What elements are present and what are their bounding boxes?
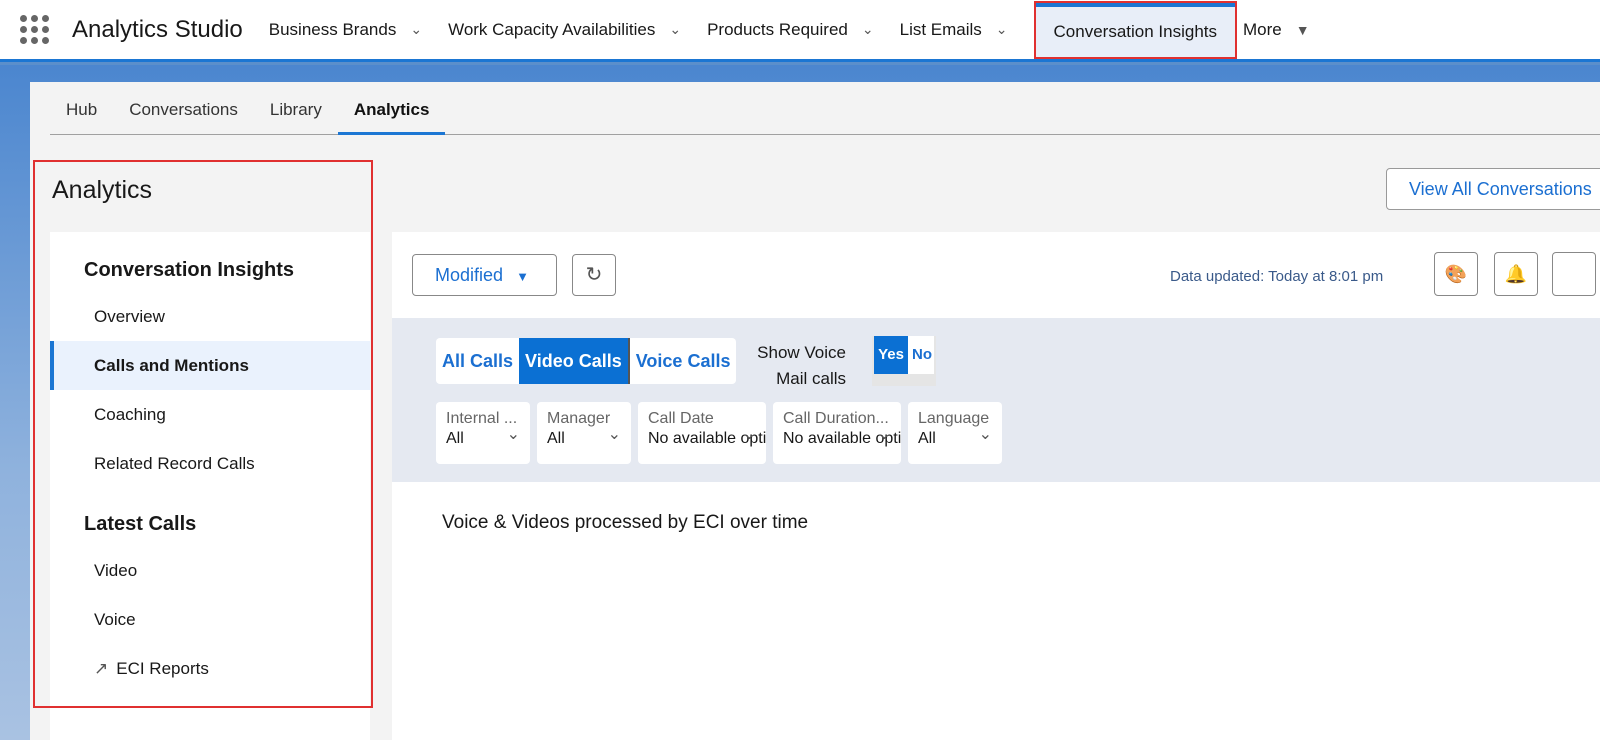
segment-voice-calls[interactable]: Voice Calls [630, 338, 737, 384]
view-all-conversations-button[interactable]: View All Conversations [1386, 168, 1600, 210]
nav-item-list-emails[interactable]: List Emails ⌄ [900, 0, 1008, 61]
top-nav-bar: Analytics Studio Business Brands ⌄ Work C… [0, 0, 1600, 62]
tab-library[interactable]: Library [254, 82, 338, 135]
app-launcher-icon[interactable] [20, 15, 50, 44]
chevron-down-icon: ⌄ [877, 426, 891, 443]
theme-button[interactable]: 🎨 [1434, 252, 1478, 296]
filter-call-duration[interactable]: Call Duration... No available options⌄ [773, 402, 901, 464]
chevron-down-icon: ⌄ [742, 426, 756, 443]
filter-label: Call Date [648, 410, 714, 427]
chevron-down-icon: ⌄ [978, 426, 992, 443]
nav-item-work-capacity[interactable]: Work Capacity Availabilities ⌄ [448, 0, 681, 61]
nav-item-conversation-insights[interactable]: Conversation Insights [1033, 0, 1238, 59]
filter-manager[interactable]: Manager All ⌄ [537, 402, 631, 464]
nav-item-business-brands[interactable]: Business Brands ⌄ [269, 0, 422, 61]
filter-internal[interactable]: Internal ... All ⌄ [436, 402, 530, 464]
notifications-button[interactable]: 🔔 [1494, 252, 1538, 296]
modified-label: Modified [435, 265, 504, 285]
modified-dropdown-button[interactable]: Modified ▼ [412, 254, 557, 296]
segment-all-calls[interactable]: All Calls [436, 338, 519, 384]
nav-label: List Emails [899, 19, 982, 39]
main-content: Modified ▼ ↻ Data updated: Today at 8:01… [392, 232, 1600, 740]
filter-call-date[interactable]: Call Date No available options⌄ [638, 402, 766, 464]
filter-value: No available options [783, 430, 901, 447]
show-voicemail-label: Show Voice Mail calls [757, 343, 846, 388]
palette-icon: 🎨 [1444, 264, 1468, 284]
caret-down-icon: ▼ [516, 269, 529, 284]
nav-label: Work Capacity Availabilities [448, 19, 656, 39]
segment-video-calls[interactable]: Video Calls [519, 338, 630, 384]
nav-label: Products Required [707, 19, 848, 39]
highlight-box [33, 160, 373, 708]
voicemail-toggle[interactable]: Yes No [872, 336, 936, 386]
chevron-down-icon[interactable]: ⌄ [996, 21, 1008, 38]
tab-analytics[interactable]: Analytics [337, 82, 446, 135]
data-updated-text: Data updated: Today at 8:01 pm [1170, 268, 1384, 285]
content-panel: Hub Conversations Library Analytics Anal… [30, 82, 1600, 740]
chevron-down-icon[interactable]: ⌄ [862, 21, 874, 38]
filter-label: Call Duration... [783, 410, 889, 427]
chevron-down-icon: ⌄ [607, 426, 621, 443]
tab-hub[interactable]: Hub [50, 82, 113, 135]
nav-more-label: More [1243, 19, 1282, 39]
bell-icon: 🔔 [1504, 264, 1528, 284]
toggle-no[interactable]: No [908, 336, 934, 374]
caret-down-icon[interactable]: ▼ [1296, 22, 1310, 38]
chevron-down-icon[interactable]: ⌄ [410, 21, 422, 38]
nav-more[interactable]: More ▼ [1243, 0, 1310, 61]
filter-panel: All Calls Video Calls Voice Calls Show V… [392, 318, 1600, 482]
filter-language[interactable]: Language All ⌄ [908, 402, 1002, 464]
tab-conversations[interactable]: Conversations [113, 82, 254, 135]
chevron-down-icon: ⌄ [506, 426, 520, 443]
chevron-down-icon[interactable]: ⌄ [669, 21, 681, 38]
chart-title: Voice & Videos processed by ECI over tim… [442, 512, 809, 533]
app-name: Analytics Studio [72, 15, 243, 43]
refresh-icon: ↻ [585, 264, 603, 286]
nav-label: Business Brands [268, 19, 397, 39]
filter-value: No available options [648, 430, 766, 447]
nav-item-products-required[interactable]: Products Required ⌄ [707, 0, 874, 61]
share-button[interactable] [1552, 252, 1596, 296]
toggle-yes[interactable]: Yes [874, 336, 908, 374]
refresh-button[interactable]: ↻ [572, 254, 616, 296]
call-type-segmented-control: All Calls Video Calls Voice Calls [436, 338, 737, 384]
tab-bar: Hub Conversations Library Analytics [50, 82, 1600, 135]
